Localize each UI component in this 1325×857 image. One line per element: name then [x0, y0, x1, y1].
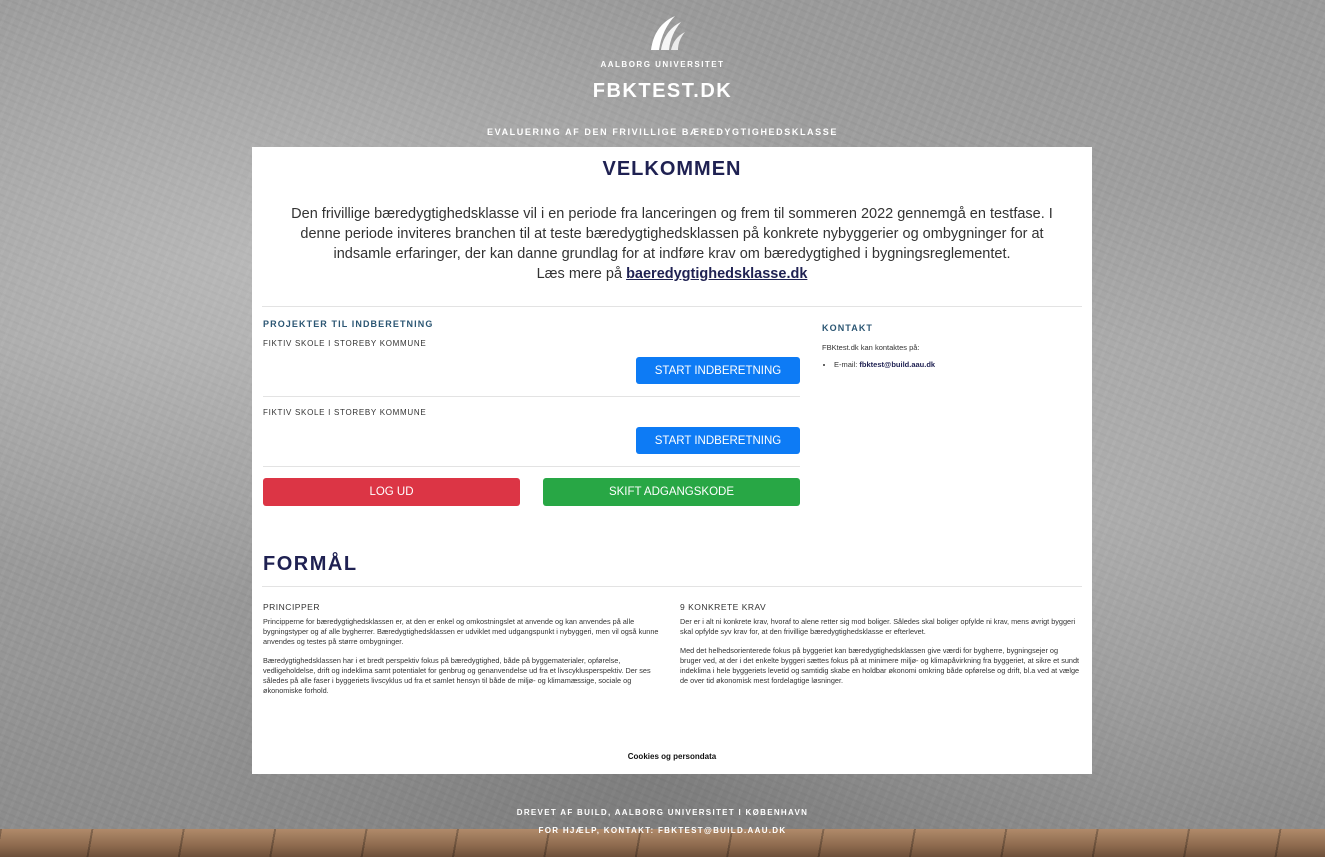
read-more-link[interactable]: baeredygtighedsklasse.dk [626, 266, 807, 282]
project-divider [263, 396, 800, 397]
principles-column: PRINCIPPER Principperne for bæredygtighe… [263, 602, 663, 705]
divider [262, 306, 1082, 307]
projects-section: PROJEKTER TIL INDBERETNING FIKTIV SKOLE … [263, 319, 800, 506]
principles-paragraph: Principperne for bæredygtighedsklassen e… [263, 617, 659, 646]
site-title[interactable]: FBKTEST.DK [0, 80, 1325, 103]
aau-logo-icon [651, 16, 685, 50]
contact-email-link[interactable]: fbktest@build.aau.dk [859, 360, 935, 369]
contact-section: KONTAKT FBKtest.dk kan kontaktes på: E-m… [822, 323, 1072, 369]
university-name: AALBORG UNIVERSITET [600, 60, 725, 69]
requirements-paragraph: Med det helhedsorienterede fokus på bygg… [680, 646, 1080, 685]
contact-email-item: E-mail: fbktest@build.aau.dk [834, 360, 1072, 369]
requirements-heading: 9 KONKRETE KRAV [680, 602, 767, 612]
principles-paragraph: Bæredygtighedsklassen har i et bredt per… [263, 656, 651, 695]
change-password-button[interactable]: SKIFT ADGANGSKODE [543, 478, 800, 506]
footer-help[interactable]: FOR HJÆLP, KONTAKT: FBKTEST@BUILD.AAU.DK [0, 826, 1325, 835]
contact-text: FBKtest.dk kan kontaktes på: [822, 343, 920, 352]
start-report-button[interactable]: START INDBERETNING [636, 357, 800, 384]
project-name: FIKTIV SKOLE I STOREBY KOMMUNE [263, 339, 427, 348]
requirements-paragraph: Der er i alt ni konkrete krav, hvoraf to… [680, 617, 1076, 636]
welcome-title: VELKOMMEN [602, 158, 742, 180]
principles-heading: PRINCIPPER [263, 602, 320, 612]
purpose-title: FORMÅL [263, 553, 358, 575]
project-divider [263, 466, 800, 467]
welcome-intro: Den frivillige bæredygtighedsklasse vil … [272, 204, 1072, 284]
footer-credit: DREVET AF BUILD, AALBORG UNIVERSITET I K… [516, 808, 809, 817]
site-footer: DREVET AF BUILD, AALBORG UNIVERSITET I K… [0, 808, 1325, 844]
intro-text: Den frivillige bæredygtighedsklasse vil … [291, 206, 1053, 262]
cookies-link[interactable]: Cookies og persondata [252, 752, 1092, 761]
projects-title: PROJEKTER TIL INDBERETNING [263, 319, 434, 329]
contact-list: E-mail: fbktest@build.aau.dk [834, 360, 1072, 369]
site-tagline: EVALUERING AF DEN FRIVILLIGE BÆREDYGTIGH… [487, 127, 838, 137]
email-label: E-mail: [834, 360, 860, 369]
requirements-column: 9 KONKRETE KRAV Der er i alt ni konkrete… [680, 602, 1080, 695]
project-name: FIKTIV SKOLE I STOREBY KOMMUNE [263, 408, 427, 417]
contact-title: KONTAKT [822, 323, 874, 333]
read-more-prefix: Læs mere på [536, 266, 627, 282]
logout-button[interactable]: LOG UD [263, 478, 520, 506]
main-card: VELKOMMEN Den frivillige bæredygtighedsk… [252, 147, 1092, 774]
start-report-button[interactable]: START INDBERETNING [636, 427, 800, 454]
divider [262, 586, 1082, 587]
